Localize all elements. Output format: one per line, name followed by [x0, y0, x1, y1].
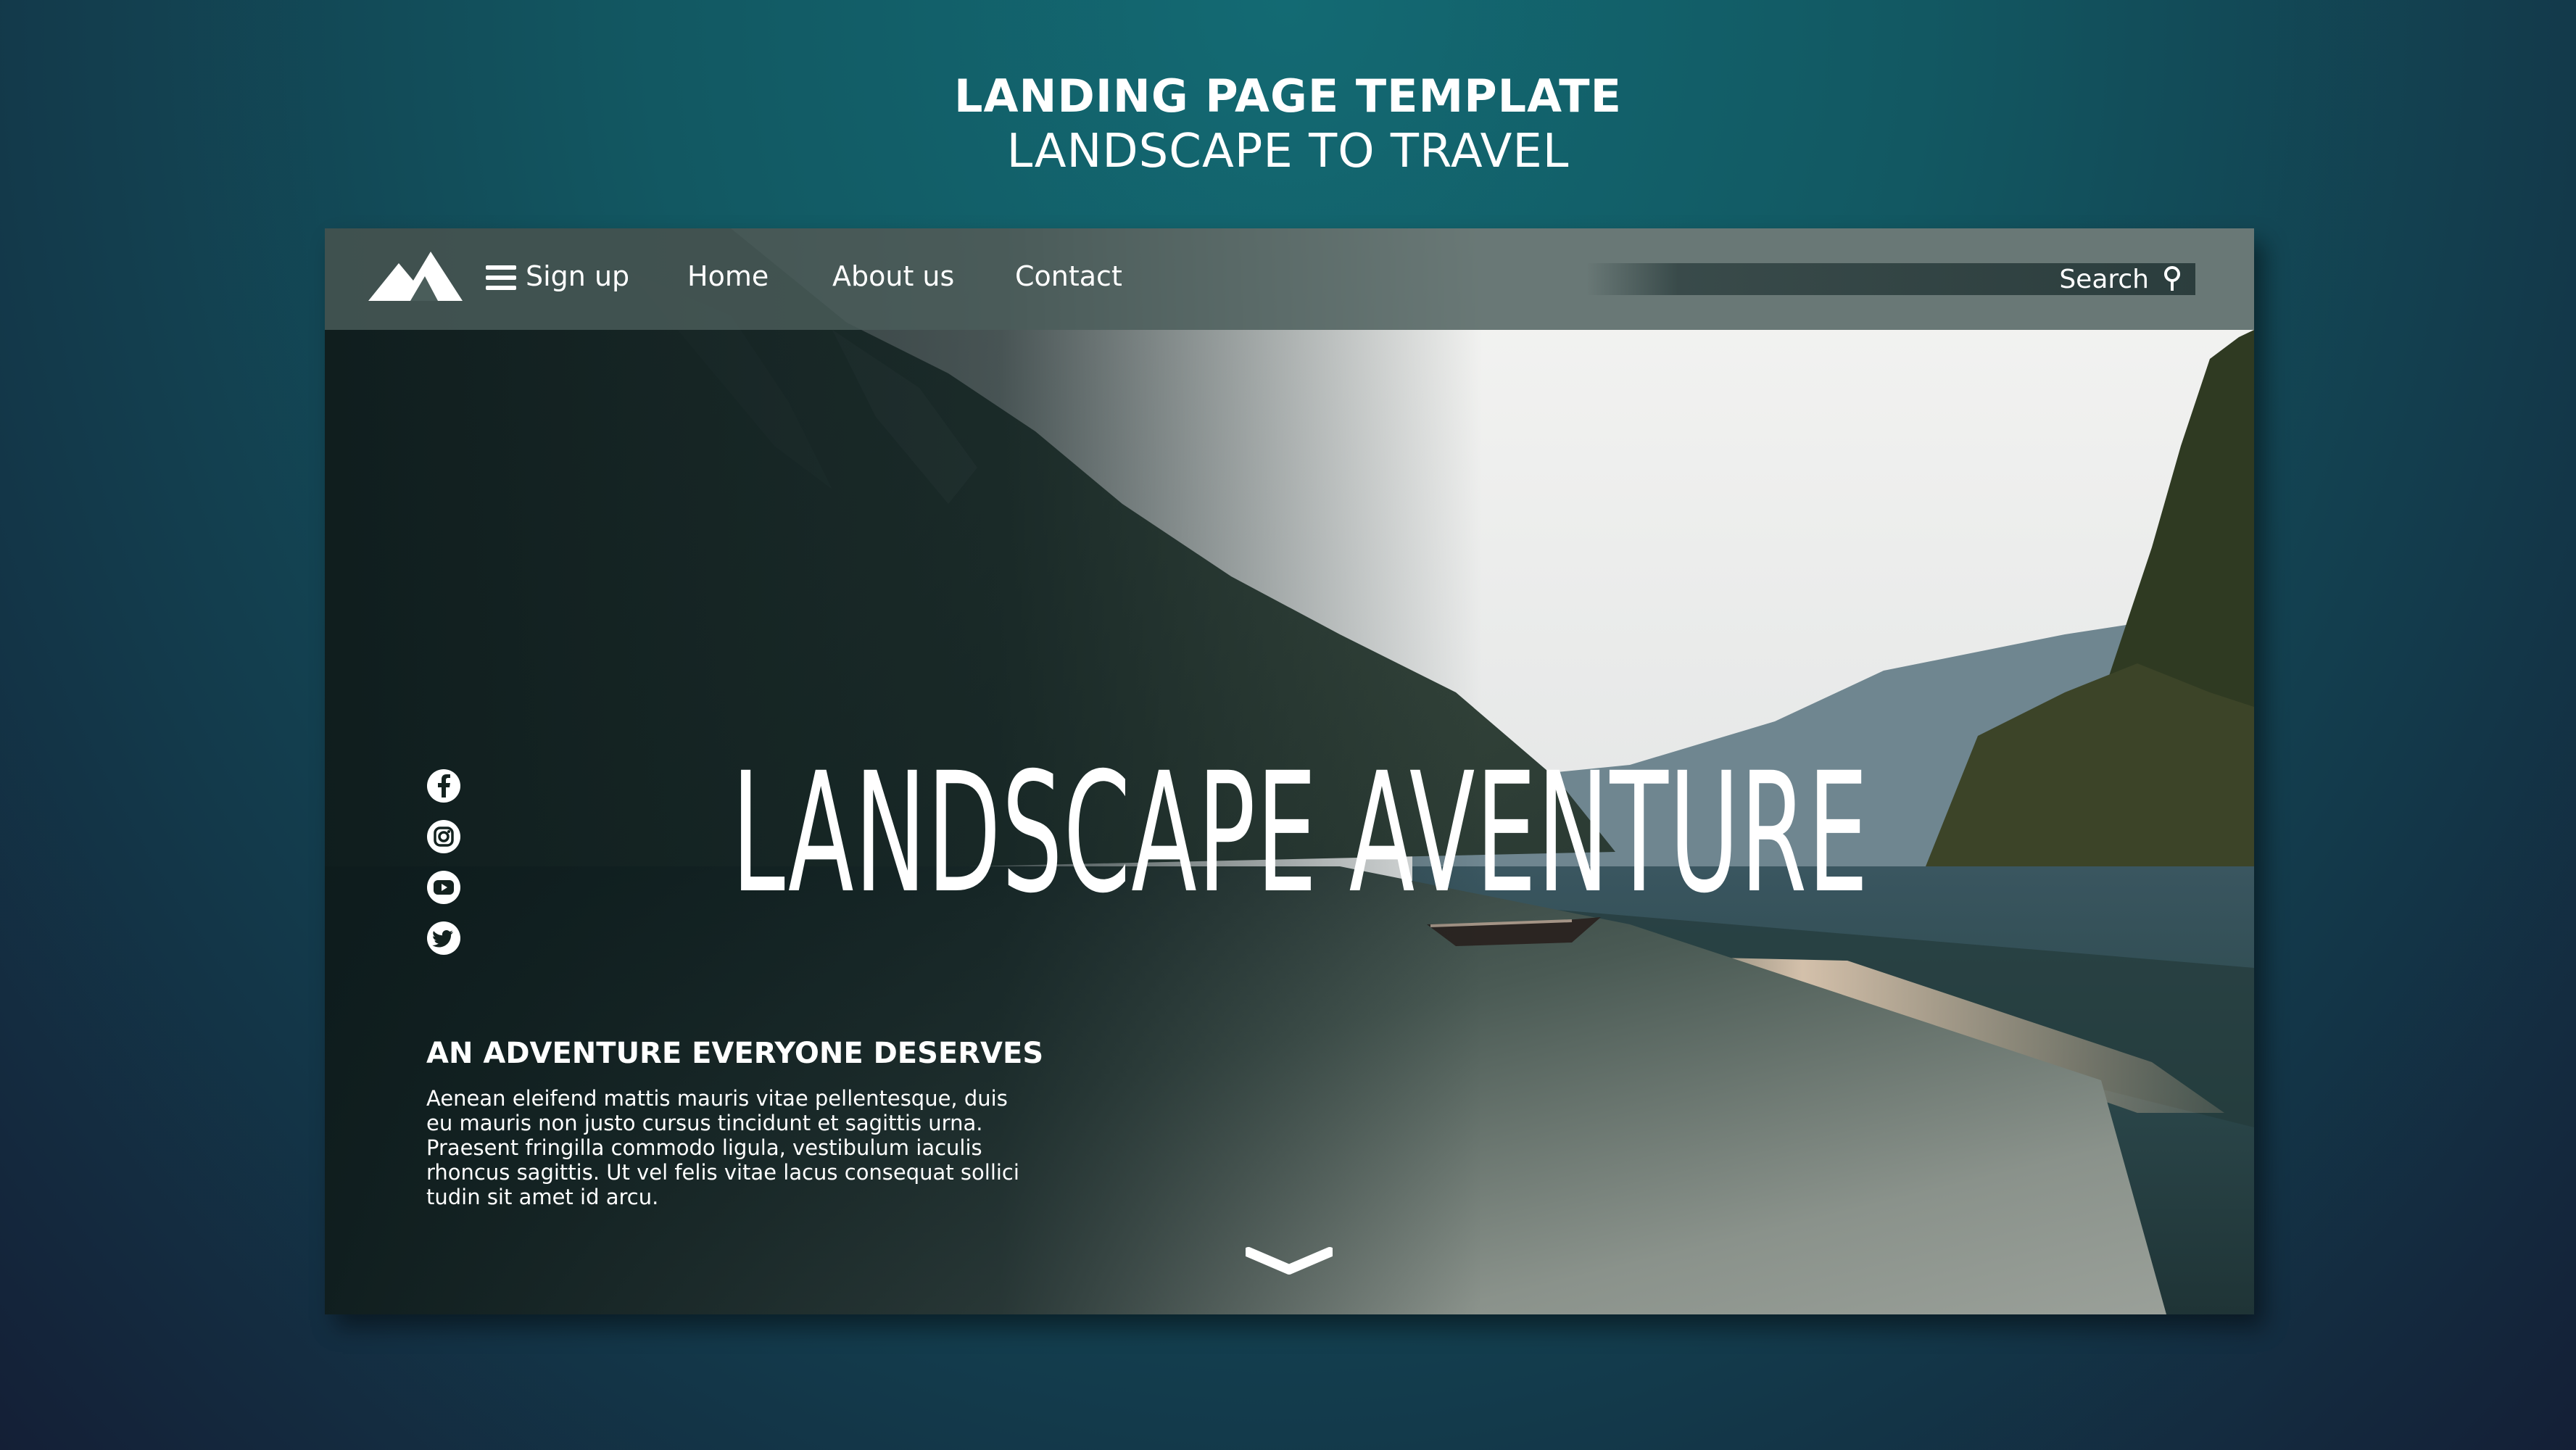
nav-contact[interactable]: Contact — [1015, 260, 1122, 292]
hamburger-menu-icon[interactable] — [486, 265, 516, 291]
landing-page-mockup: Sign up Home About us Contact Search LAN… — [325, 228, 2254, 1314]
hero-title: LANDSCAPE AVENTURE — [732, 737, 1869, 929]
youtube-icon[interactable] — [426, 870, 461, 905]
intro-line: rhoncus sagittis. Ut vel felis vitae lac… — [426, 1160, 1019, 1185]
navbar: Sign up Home About us Contact Search — [325, 228, 2254, 330]
facebook-icon[interactable] — [426, 768, 461, 803]
intro-line: Praesent fringilla commodo ligula, vesti… — [426, 1135, 982, 1160]
search-label: Search — [2059, 265, 2149, 294]
mountain-icon[interactable] — [368, 250, 463, 302]
search-bar[interactable]: Search — [1586, 263, 2195, 295]
instagram-icon[interactable] — [426, 819, 461, 854]
intro-paragraph: Aenean eleifend mattis mauris vitae pell… — [426, 1086, 1019, 1209]
intro-line: eu mauris non justo cursus tincidunt et … — [426, 1111, 983, 1135]
page-title: LANDING PAGE TEMPLATE — [954, 70, 1622, 123]
intro-line: tudin sit amet id arcu. — [426, 1185, 659, 1209]
magnifier-icon[interactable] — [2161, 265, 2184, 294]
nav-about-us[interactable]: About us — [832, 260, 954, 292]
page-subtitle: LANDSCAPE TO TRAVEL — [1006, 125, 1570, 178]
intro-line: Aenean eleifend mattis mauris vitae pell… — [426, 1086, 1008, 1111]
twitter-icon[interactable] — [426, 921, 461, 956]
nav-home[interactable]: Home — [687, 260, 769, 292]
section-heading: AN ADVENTURE EVERYONE DESERVES — [426, 1037, 1044, 1070]
signup-link[interactable]: Sign up — [526, 260, 629, 292]
chevron-down-icon[interactable] — [1246, 1242, 1333, 1278]
